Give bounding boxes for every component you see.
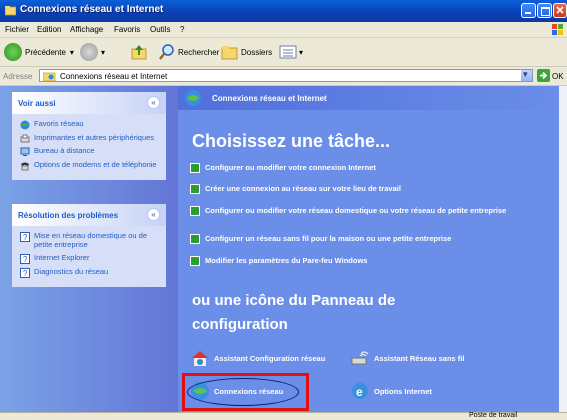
chevron-down-icon: ▾ (299, 47, 304, 57)
task-configure-home-network[interactable]: Configurer ou modifier votre réseau dome… (190, 206, 535, 216)
task-configure-internet[interactable]: Configurer ou modifier votre connexion I… (190, 163, 535, 173)
search-icon (159, 44, 174, 60)
address-dropdown-button[interactable]: ▾ (521, 69, 532, 81)
internet-options-icon: e (352, 383, 368, 399)
see-also-header[interactable]: Voir aussi « (12, 92, 166, 114)
wireless-wizard-icon (351, 351, 369, 365)
menu-file[interactable]: Fichier (5, 25, 29, 34)
views-icon (279, 45, 297, 59)
search-button[interactable]: Rechercher (158, 42, 219, 62)
minimize-button[interactable] (521, 3, 536, 18)
folders-label: Dossiers (241, 47, 273, 57)
menu-edit[interactable]: Edition (37, 25, 61, 34)
troubleshoot-link-diagnostics[interactable]: ? Diagnostics du réseau (20, 267, 160, 278)
address-bar: Adresse Connexions réseau et Internet ▾ … (0, 67, 567, 86)
green-arrow-icon (190, 234, 200, 244)
network-places-icon (20, 120, 30, 130)
up-folder-icon (131, 45, 147, 60)
back-label: Précédente (25, 47, 66, 57)
vertical-scrollbar[interactable] (559, 86, 567, 412)
pick-task-heading: Choisissez une tâche... (192, 131, 391, 151)
troubleshoot-link-ie[interactable]: ? Internet Explorer (20, 253, 160, 264)
green-arrow-icon (190, 163, 200, 173)
folders-icon (221, 46, 238, 60)
up-folder-button[interactable] (130, 42, 148, 62)
task-configure-wireless[interactable]: Configurer un réseau sans fil pour la ma… (190, 234, 535, 244)
status-text: Poste de travail (469, 412, 518, 419)
address-value: Connexions réseau et Internet (60, 72, 168, 81)
collapse-chevron-icon[interactable]: « (147, 208, 160, 221)
see-also-box: Voir aussi « Favoris réseau Imprimantes … (12, 92, 166, 180)
toolbar: Précédente ▾ ▾ Rechercher Dossiers ▾ (0, 38, 567, 67)
remote-desktop-icon (20, 147, 30, 156)
folder-icon (5, 6, 16, 16)
highlight-ellipse (187, 378, 299, 406)
menu-help[interactable]: ? (180, 25, 184, 34)
back-arrow-icon (4, 43, 22, 61)
forward-button[interactable]: ▾ (80, 42, 105, 62)
green-arrow-icon (190, 184, 200, 194)
cp-network-setup-wizard[interactable]: Assistant Configuration réseau (190, 348, 325, 368)
help-icon: ? (20, 267, 30, 278)
svg-text:?: ? (23, 269, 28, 278)
category-title: Connexions réseau et Internet (212, 94, 327, 103)
green-arrow-icon (190, 206, 200, 216)
menu-view[interactable]: Affichage (70, 25, 103, 34)
see-also-link-modem-options[interactable]: Options de modems et de téléphonie (20, 160, 160, 170)
title-bar: Connexions réseau et Internet (0, 0, 567, 22)
phone-modem-icon (21, 162, 29, 170)
menu-tools[interactable]: Outils (150, 25, 170, 34)
menu-bar: Fichier Edition Affichage Favoris Outils… (0, 22, 567, 38)
printer-icon (20, 134, 30, 142)
task-pane: Voir aussi « Favoris réseau Imprimantes … (0, 86, 178, 419)
maximize-icon (541, 7, 550, 16)
go-label[interactable]: OK (552, 72, 564, 81)
see-also-link-network-places[interactable]: Favoris réseau (20, 119, 160, 130)
main-content: Connexions réseau et Internet Choisissez… (178, 86, 567, 419)
help-icon: ? (20, 254, 30, 264)
see-also-link-printers[interactable]: Imprimantes et autres périphériques (20, 133, 160, 142)
network-folder-icon (43, 72, 56, 81)
windows-logo-icon (552, 24, 563, 35)
cp-wireless-network-wizard[interactable]: Assistant Réseau sans fil (350, 348, 464, 368)
green-arrow-icon (190, 256, 200, 266)
network-globe-icon (185, 90, 201, 106)
address-label: Adresse (3, 72, 33, 81)
close-icon (556, 6, 564, 14)
troubleshoot-title: Résolution des problèmes (18, 211, 119, 220)
go-arrow-icon (540, 71, 548, 80)
views-button[interactable]: ▾ (279, 42, 303, 62)
troubleshoot-link-home-network[interactable]: ? Mise en réseau domestique ou de petite… (20, 231, 160, 249)
chevron-down-icon: ▾ (69, 47, 74, 57)
svg-text:?: ? (23, 233, 28, 242)
home-network-wizard-icon (192, 351, 208, 366)
see-also-title: Voir aussi (18, 99, 56, 108)
cp-internet-options[interactable]: e Options Internet (350, 381, 432, 401)
window-title: Connexions réseau et Internet (20, 4, 164, 15)
menu-favorites[interactable]: Favoris (114, 25, 140, 34)
svg-text:?: ? (23, 255, 28, 264)
maximize-button[interactable] (537, 3, 552, 18)
forward-arrow-icon (80, 43, 98, 61)
folders-button[interactable]: Dossiers (221, 42, 272, 62)
troubleshoot-box: Résolution des problèmes « ? Mise en rés… (12, 204, 166, 287)
see-also-link-remote-desktop[interactable]: Bureau à distance (20, 146, 160, 156)
minimize-icon (525, 12, 531, 14)
back-button[interactable]: Précédente ▾ (4, 42, 74, 62)
collapse-chevron-icon[interactable]: « (147, 96, 160, 109)
svg-text:e: e (356, 385, 363, 399)
close-button[interactable] (553, 3, 567, 18)
task-firewall-settings[interactable]: Modifier les paramètres du Pare-feu Wind… (190, 256, 535, 266)
chevron-down-icon: ▾ (101, 47, 106, 57)
task-create-work-connection[interactable]: Créer une connexion au réseau sur votre … (190, 184, 535, 194)
go-button[interactable] (537, 69, 550, 82)
troubleshoot-header[interactable]: Résolution des problèmes « (12, 204, 166, 226)
category-header: Connexions réseau et Internet (178, 86, 567, 110)
chevron-down-icon: ▾ (523, 69, 528, 79)
search-label: Rechercher (178, 47, 220, 57)
control-panel-heading: ou une icône du Panneau de configuration (192, 292, 396, 333)
help-icon: ? (20, 232, 30, 242)
address-input[interactable]: Connexions réseau et Internet ▾ (39, 69, 533, 82)
